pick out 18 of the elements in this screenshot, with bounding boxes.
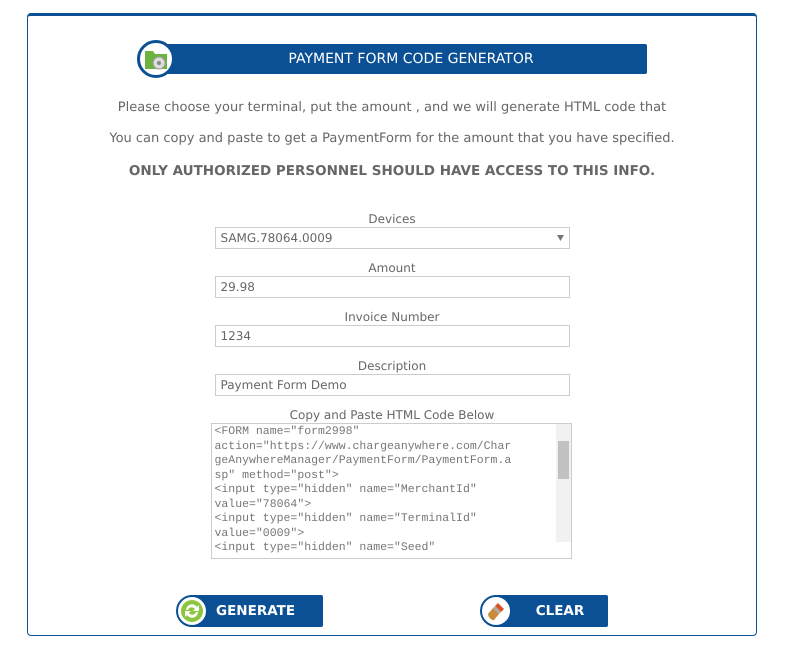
instruction-text: You can copy and paste to get a PaymentForm for the amount that you have specified. bbox=[109, 130, 675, 148]
scrollbar[interactable] bbox=[556, 424, 570, 542]
field-label: Amount bbox=[368, 260, 416, 276]
field-label: Devices bbox=[368, 211, 416, 227]
devices-dropdown[interactable]: SAMG.78064.0009 bbox=[214, 227, 570, 249]
warning-text: ONLY AUTHORIZED PERSONNEL SHOULD HAVE ACCESS TO THIS INFO. bbox=[128, 162, 656, 181]
clear-button[interactable]: CLEAR bbox=[480, 595, 608, 627]
field-label: Invoice Number bbox=[344, 309, 440, 325]
input-field[interactable]: 1234 bbox=[214, 325, 570, 347]
code-textarea[interactable]: <FORM name="form2998" action="https://www.chargeanywhere.com/Char geAnywhereManager/PaymentForm/PaymentForm.a sp" method="post"> <input type="hidden" name="MerchantId" value="78064"> <input type="hidden" name="TerminalId" value="0009"> <input type="hidden" name="Seed" bbox=[210, 423, 572, 559]
input-field[interactable]: 29.98 bbox=[214, 276, 570, 298]
input-field[interactable]: Payment Form Demo bbox=[214, 374, 570, 396]
instruction-text: Please choose your terminal, put the amount , and we will generate HTML code that bbox=[116, 99, 668, 117]
refresh-icon bbox=[180, 599, 204, 623]
generate-button[interactable]: GENERATE bbox=[176, 595, 323, 627]
dropdown-caret-icon bbox=[556, 235, 564, 241]
field-label: Copy and Paste HTML Code Below bbox=[290, 407, 494, 423]
field-label: Description bbox=[358, 358, 426, 374]
